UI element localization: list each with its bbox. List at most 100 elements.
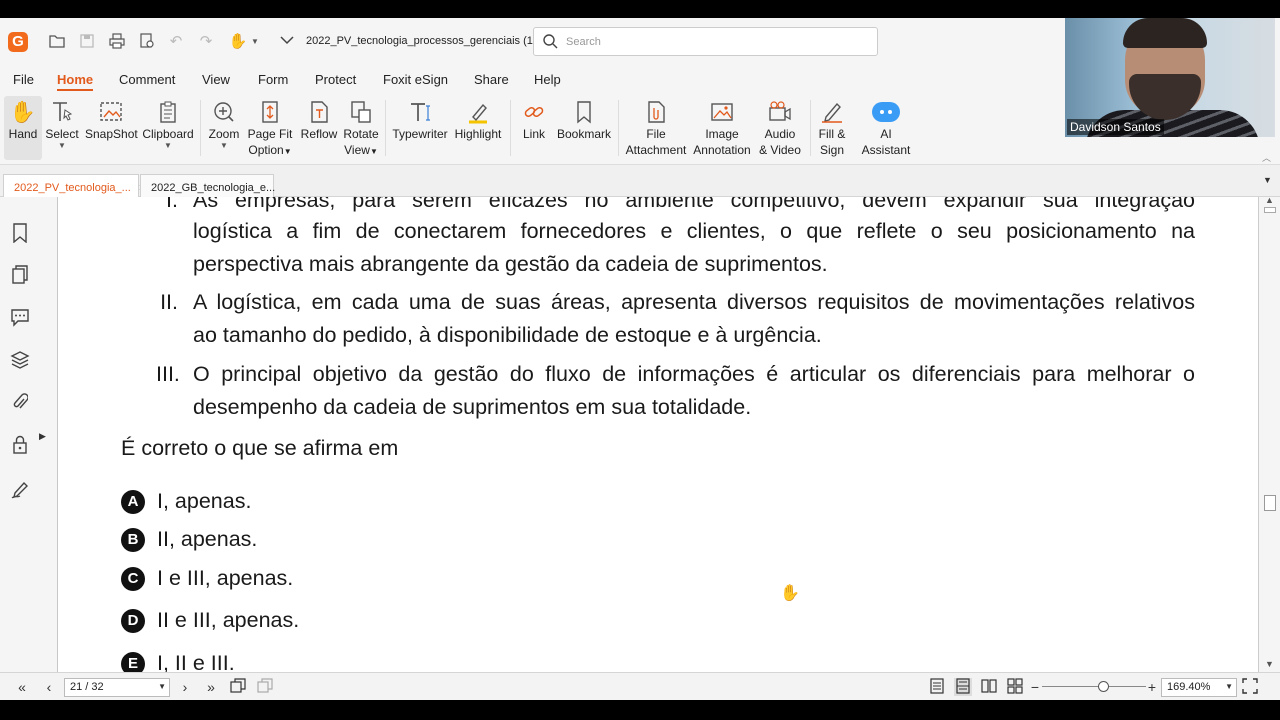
file-attachment-button[interactable]: File Attachment (624, 96, 688, 160)
security-panel-icon[interactable] (10, 434, 30, 454)
full-screen-icon[interactable] (1241, 678, 1259, 696)
page-fit-option-button[interactable]: Page Fit Option▼ (246, 96, 294, 160)
menu-view[interactable]: View (202, 72, 230, 87)
option-text: I, apenas. (157, 489, 252, 513)
search-input[interactable]: Search (533, 27, 878, 56)
search-icon (542, 33, 558, 53)
redo-icon[interactable]: ↷ (196, 32, 216, 52)
reflow-button[interactable]: Reflow (298, 96, 340, 160)
select-tool-button[interactable]: Select ▼ (44, 96, 80, 160)
scroll-up-icon[interactable]: ▲ (1265, 195, 1274, 205)
pages-panel-icon[interactable] (10, 265, 30, 285)
typewriter-button[interactable]: Typewriter (392, 96, 448, 160)
zoom-in-icon (209, 100, 239, 126)
tab-list-dropdown-icon[interactable]: ▼ (1263, 175, 1272, 185)
typewriter-icon (405, 100, 435, 126)
page-number-input[interactable]: 21 / 32 ▼ (64, 678, 170, 697)
previous-view-icon[interactable] (229, 678, 247, 696)
layers-panel-icon[interactable] (10, 350, 30, 370)
ribbon-separator (200, 100, 201, 156)
zoom-dropdown-icon[interactable]: ▼ (205, 142, 243, 150)
clipboard-button[interactable]: Clipboard ▼ (141, 96, 195, 160)
menu-protect[interactable]: Protect (315, 72, 356, 87)
menu-help[interactable]: Help (534, 72, 561, 87)
image-annotation-button[interactable]: Image Annotation (692, 96, 752, 160)
menu-foxit-esign[interactable]: Foxit eSign (383, 72, 448, 87)
option-text: I, II e III. (157, 651, 235, 672)
zoom-level-input[interactable]: 169.40% ▼ (1161, 678, 1237, 697)
bookmark-button[interactable]: Bookmark (555, 96, 613, 160)
save-icon[interactable] (77, 32, 97, 52)
highlight-icon (463, 100, 493, 126)
scroll-down-icon[interactable]: ▼ (1265, 659, 1274, 669)
next-page-icon[interactable]: › (176, 678, 194, 696)
presenter-name: Davidson Santos (1067, 119, 1164, 135)
audio-video-button[interactable]: Audio & Video (756, 96, 804, 160)
reflow-icon (304, 100, 334, 126)
pdf-page-view[interactable]: I. As empresas, para serem eficazes no a… (58, 197, 1258, 672)
screen-top-bar (0, 0, 1280, 18)
continuous-facing-view-icon[interactable] (1006, 678, 1024, 696)
scrollbar-split-handle[interactable] (1264, 207, 1276, 213)
scrollbar-thumb[interactable] (1264, 495, 1276, 511)
option-letter-badge: B (121, 528, 145, 552)
facing-view-icon[interactable] (980, 678, 998, 696)
customize-quick-access-icon[interactable] (277, 32, 297, 52)
tab-document-2[interactable]: 2022_GB_tecnologia_e... (140, 174, 275, 198)
option-letter-badge: A (121, 490, 145, 514)
tab-document-1[interactable]: 2022_PV_tecnologia_...× (3, 174, 145, 198)
foxit-logo-icon[interactable]: G (8, 32, 28, 52)
clipboard-dropdown-icon[interactable]: ▼ (141, 142, 195, 150)
print-preview-icon[interactable] (137, 32, 157, 52)
expand-panel-icon[interactable]: ▶ (39, 431, 46, 442)
menu-share[interactable]: Share (474, 72, 509, 87)
menu-file[interactable]: File (13, 72, 34, 87)
undo-icon[interactable]: ↶ (166, 32, 186, 52)
next-view-icon[interactable] (256, 678, 274, 696)
zoom-slider-track[interactable] (1042, 686, 1146, 687)
zoom-slider-knob[interactable] (1098, 681, 1109, 692)
link-button[interactable]: Link (517, 96, 551, 160)
zoom-dropdown-icon[interactable]: ▼ (1225, 682, 1233, 691)
item-number-2: II. (160, 290, 178, 314)
menu-comment[interactable]: Comment (119, 72, 175, 87)
document-title: 2022_PV_tecnologia_processos_gerenciais … (306, 35, 549, 47)
vertical-scrollbar[interactable]: ▲ ▼ (1258, 195, 1280, 672)
continuous-view-icon[interactable] (954, 678, 972, 696)
last-page-icon[interactable]: » (202, 678, 220, 696)
ribbon-separator (385, 100, 386, 156)
option-text: I e III, apenas. (157, 566, 294, 590)
previous-page-icon[interactable]: ‹ (40, 678, 58, 696)
menu-form[interactable]: Form (258, 72, 288, 87)
menu-home[interactable]: Home (57, 72, 94, 91)
page-fit-icon (255, 100, 285, 126)
single-page-view-icon[interactable] (928, 678, 946, 696)
hand-tool-button[interactable]: ✋ Hand (4, 96, 42, 160)
fill-and-sign-button[interactable]: Fill & Sign (814, 96, 850, 160)
image-annotation-icon (707, 100, 737, 126)
fill-sign-pen-icon (817, 100, 847, 126)
zoom-in-button[interactable]: + (1143, 678, 1161, 696)
attachments-panel-icon[interactable] (10, 392, 30, 412)
comments-panel-icon[interactable] (10, 307, 30, 327)
clipboard-icon (153, 100, 183, 126)
zoom-out-button[interactable]: − (1026, 678, 1044, 696)
snapshot-button[interactable]: SnapShot (85, 96, 138, 160)
ribbon-separator (510, 100, 511, 156)
open-folder-icon[interactable] (47, 32, 67, 52)
select-dropdown-icon[interactable]: ▼ (44, 142, 80, 150)
ai-assistant-button[interactable]: AI Assistant (860, 96, 912, 160)
highlight-button[interactable]: Highlight (452, 96, 504, 160)
rotate-view-button[interactable]: Rotate View▼ (341, 96, 381, 160)
signature-panel-icon[interactable] (10, 479, 30, 499)
zoom-button[interactable]: Zoom ▼ (205, 96, 243, 160)
bookmark-panel-icon[interactable] (10, 223, 30, 244)
page-dropdown-icon[interactable]: ▼ (158, 682, 166, 691)
item-2-line-1: A logística, em cada uma de suas áreas, … (193, 290, 1195, 314)
first-page-icon[interactable]: « (13, 678, 31, 696)
chevron-down-icon[interactable]: ▼ (245, 32, 265, 52)
item-number-1: I. (166, 197, 178, 212)
screen-bottom-bar (0, 700, 1280, 720)
ribbon-collapse-icon[interactable]: ︿ (1262, 151, 1271, 164)
print-icon[interactable] (107, 32, 127, 52)
